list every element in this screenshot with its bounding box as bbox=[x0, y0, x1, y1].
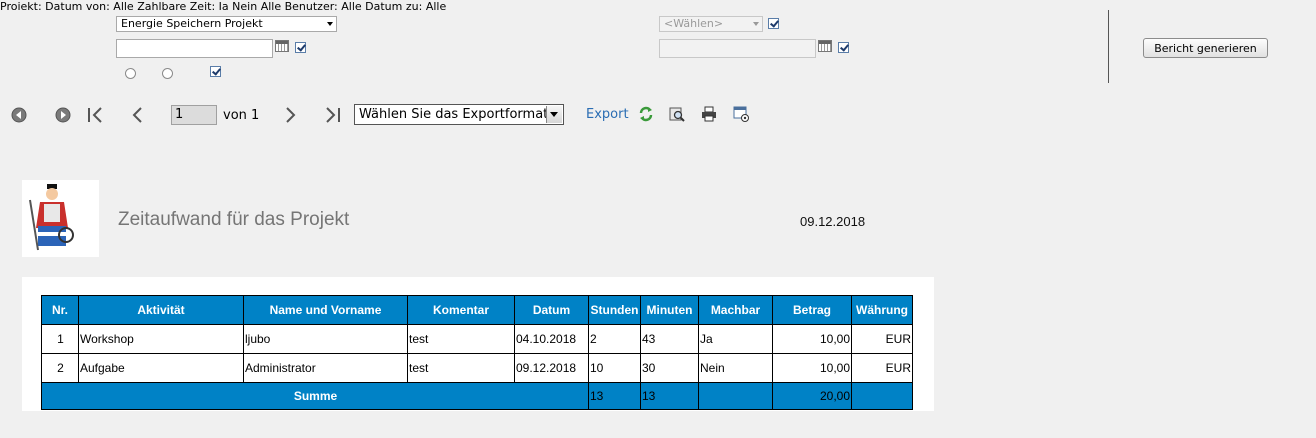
cell-machbar: Ja bbox=[698, 324, 773, 354]
cell-betrag: 10,00 bbox=[772, 324, 852, 354]
export-format-value: Wählen Sie das Exportformat bbox=[359, 107, 549, 122]
first-page-icon[interactable] bbox=[86, 107, 104, 123]
chevron-down-icon bbox=[327, 22, 333, 26]
forward-icon[interactable] bbox=[55, 107, 71, 123]
datum-zu-input[interactable] bbox=[659, 39, 816, 58]
bericht-generieren-button[interactable]: Bericht generieren bbox=[1143, 38, 1268, 58]
calendar-icon[interactable] bbox=[818, 40, 832, 52]
projekt-select-value: Energie Speichern Projekt bbox=[121, 17, 263, 30]
divider bbox=[1108, 10, 1109, 83]
export-link[interactable]: Export bbox=[586, 107, 629, 122]
cell-nr: 2 bbox=[41, 353, 79, 383]
find-icon[interactable] bbox=[669, 106, 685, 122]
calendar-icon[interactable] bbox=[275, 40, 289, 52]
cell-komentar: test bbox=[407, 324, 515, 354]
previous-page-icon[interactable] bbox=[130, 107, 146, 123]
cell-komentar: test bbox=[407, 353, 515, 383]
page-count: von 1 bbox=[223, 108, 260, 123]
cell-nr: 1 bbox=[41, 324, 79, 354]
col-header-minuten: Minuten bbox=[640, 295, 699, 325]
refresh-icon[interactable] bbox=[638, 106, 654, 122]
cell-datum: 04.10.2018 bbox=[514, 324, 589, 354]
summary-stunden: 13 bbox=[588, 382, 641, 410]
report-date: 09.12.2018 bbox=[800, 214, 866, 229]
report-table: Nr. Aktivität Name und Vorname Komentar … bbox=[41, 295, 913, 410]
table-header-row: Nr. Aktivität Name und Vorname Komentar … bbox=[41, 295, 913, 325]
col-header-betrag: Betrag bbox=[772, 295, 852, 325]
summary-row: Summe 13 13 20,00 bbox=[41, 382, 913, 410]
benutzer-select-value: <Wählen> bbox=[664, 17, 724, 30]
next-page-icon[interactable] bbox=[282, 107, 298, 123]
zahlbare-zeit-alle-checkbox[interactable] bbox=[210, 66, 221, 77]
summary-machbar bbox=[698, 382, 773, 410]
cell-datum: 09.12.2018 bbox=[514, 353, 589, 383]
projekt-select[interactable]: Energie Speichern Projekt bbox=[116, 16, 337, 32]
cell-machbar: Nein bbox=[698, 353, 773, 383]
table-row: 1 Workshop ljubo test 04.10.2018 2 43 Ja… bbox=[41, 324, 913, 354]
cell-minuten: 43 bbox=[640, 324, 699, 354]
cell-aktivitaet: Workshop bbox=[78, 324, 244, 354]
export-format-select[interactable]: Wählen Sie das Exportformat bbox=[354, 104, 564, 125]
report-logo bbox=[22, 180, 99, 257]
report-title: Zeitaufwand für das Projekt bbox=[118, 209, 350, 230]
cell-stunden: 2 bbox=[588, 324, 641, 354]
samurai-logo-icon bbox=[29, 184, 74, 251]
email-report-icon[interactable] bbox=[733, 106, 749, 122]
summary-label: Summe bbox=[41, 382, 589, 410]
datum-von-input[interactable] bbox=[116, 39, 273, 58]
summary-betrag: 20,00 bbox=[772, 382, 852, 410]
cell-minuten: 30 bbox=[640, 353, 699, 383]
col-header-waehrung: Währung bbox=[851, 295, 913, 325]
col-header-stunden: Stunden bbox=[588, 295, 641, 325]
benutzer-alle-checkbox[interactable] bbox=[768, 18, 779, 29]
col-header-komentar: Komentar bbox=[407, 295, 515, 325]
back-icon[interactable] bbox=[11, 107, 27, 123]
col-header-nr: Nr. bbox=[41, 295, 79, 325]
cell-waehrung: EUR bbox=[851, 353, 913, 383]
cell-name: ljubo bbox=[243, 324, 408, 354]
cell-stunden: 10 bbox=[588, 353, 641, 383]
benutzer-select[interactable]: <Wählen> bbox=[659, 16, 763, 32]
datum-von-alle-checkbox[interactable] bbox=[295, 42, 306, 53]
chevron-down-icon bbox=[546, 106, 562, 123]
page-number-input[interactable]: 1 bbox=[171, 105, 217, 125]
radio-ja[interactable] bbox=[125, 68, 136, 79]
print-icon[interactable] bbox=[701, 106, 717, 122]
col-header-datum: Datum bbox=[514, 295, 589, 325]
col-header-machbar: Machbar bbox=[698, 295, 773, 325]
col-header-aktivitaet: Aktivität bbox=[78, 295, 244, 325]
radio-nein[interactable] bbox=[162, 68, 173, 79]
cell-name: Administrator bbox=[243, 353, 408, 383]
last-page-icon[interactable] bbox=[324, 107, 342, 123]
cell-aktivitaet: Aufgabe bbox=[78, 353, 244, 383]
chevron-down-icon bbox=[753, 22, 759, 26]
datum-zu-alle-checkbox[interactable] bbox=[838, 42, 849, 53]
table-row: 2 Aufgabe Administrator test 09.12.2018 … bbox=[41, 353, 913, 383]
cell-betrag: 10,00 bbox=[772, 353, 852, 383]
summary-minuten: 13 bbox=[640, 382, 699, 410]
summary-waehrung bbox=[851, 382, 913, 410]
cell-waehrung: EUR bbox=[851, 324, 913, 354]
col-header-name: Name und Vorname bbox=[243, 295, 408, 325]
